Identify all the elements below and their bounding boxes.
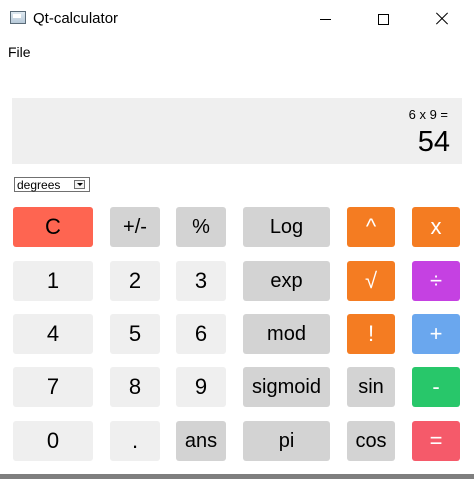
- digit-4-button[interactable]: 4: [13, 314, 93, 354]
- app-window-icon: [10, 11, 26, 24]
- sin-button[interactable]: sin: [347, 367, 395, 407]
- title-bar: Qt-calculator: [0, 0, 474, 38]
- digit-9-button[interactable]: 9: [176, 367, 226, 407]
- mod-button[interactable]: mod: [243, 314, 330, 354]
- power-button[interactable]: ^: [347, 207, 395, 247]
- add-button[interactable]: +: [412, 314, 460, 354]
- digit-1-button[interactable]: 1: [13, 261, 93, 301]
- angle-mode-value: degrees: [17, 178, 61, 192]
- factorial-button[interactable]: !: [347, 314, 395, 354]
- subtract-button[interactable]: -: [412, 367, 460, 407]
- digit-3-button[interactable]: 3: [176, 261, 226, 301]
- result-text: 54: [417, 126, 450, 158]
- expression-text: 6 x 9 =: [408, 107, 448, 122]
- exp-button[interactable]: exp: [243, 261, 330, 301]
- sigmoid-button[interactable]: sigmoid: [243, 367, 330, 407]
- window-title: Qt-calculator: [33, 10, 119, 27]
- multiply-button[interactable]: x: [412, 207, 460, 247]
- decimal-point-button[interactable]: .: [110, 421, 160, 461]
- digit-0-button[interactable]: 0: [13, 421, 93, 461]
- divide-button[interactable]: ÷: [412, 261, 460, 301]
- maximize-icon: [377, 13, 389, 25]
- menu-bar: File: [0, 41, 474, 63]
- window-bottom-edge: [0, 474, 474, 479]
- ans-button[interactable]: ans: [176, 421, 226, 461]
- equals-button[interactable]: =: [412, 421, 460, 461]
- pi-button[interactable]: pi: [243, 421, 330, 461]
- minimize-icon: [319, 18, 331, 20]
- sqrt-button[interactable]: √: [347, 261, 395, 301]
- close-button[interactable]: [419, 0, 465, 38]
- menu-file[interactable]: File: [8, 44, 31, 60]
- cos-button[interactable]: cos: [347, 421, 395, 461]
- digit-2-button[interactable]: 2: [110, 261, 160, 301]
- digit-8-button[interactable]: 8: [110, 367, 160, 407]
- calculator-display: 6 x 9 = 54: [12, 98, 462, 164]
- digit-6-button[interactable]: 6: [176, 314, 226, 354]
- maximize-button[interactable]: [360, 0, 406, 38]
- log-button[interactable]: Log: [243, 207, 330, 247]
- minimize-button[interactable]: [302, 0, 348, 38]
- angle-mode-select[interactable]: degrees: [14, 177, 90, 192]
- close-icon: [435, 12, 449, 26]
- percent-button[interactable]: %: [176, 207, 226, 247]
- clear-button[interactable]: C: [13, 207, 93, 247]
- sign-toggle-button[interactable]: +/-: [110, 207, 160, 247]
- digit-5-button[interactable]: 5: [110, 314, 160, 354]
- digit-7-button[interactable]: 7: [13, 367, 93, 407]
- chevron-down-icon: [74, 180, 85, 189]
